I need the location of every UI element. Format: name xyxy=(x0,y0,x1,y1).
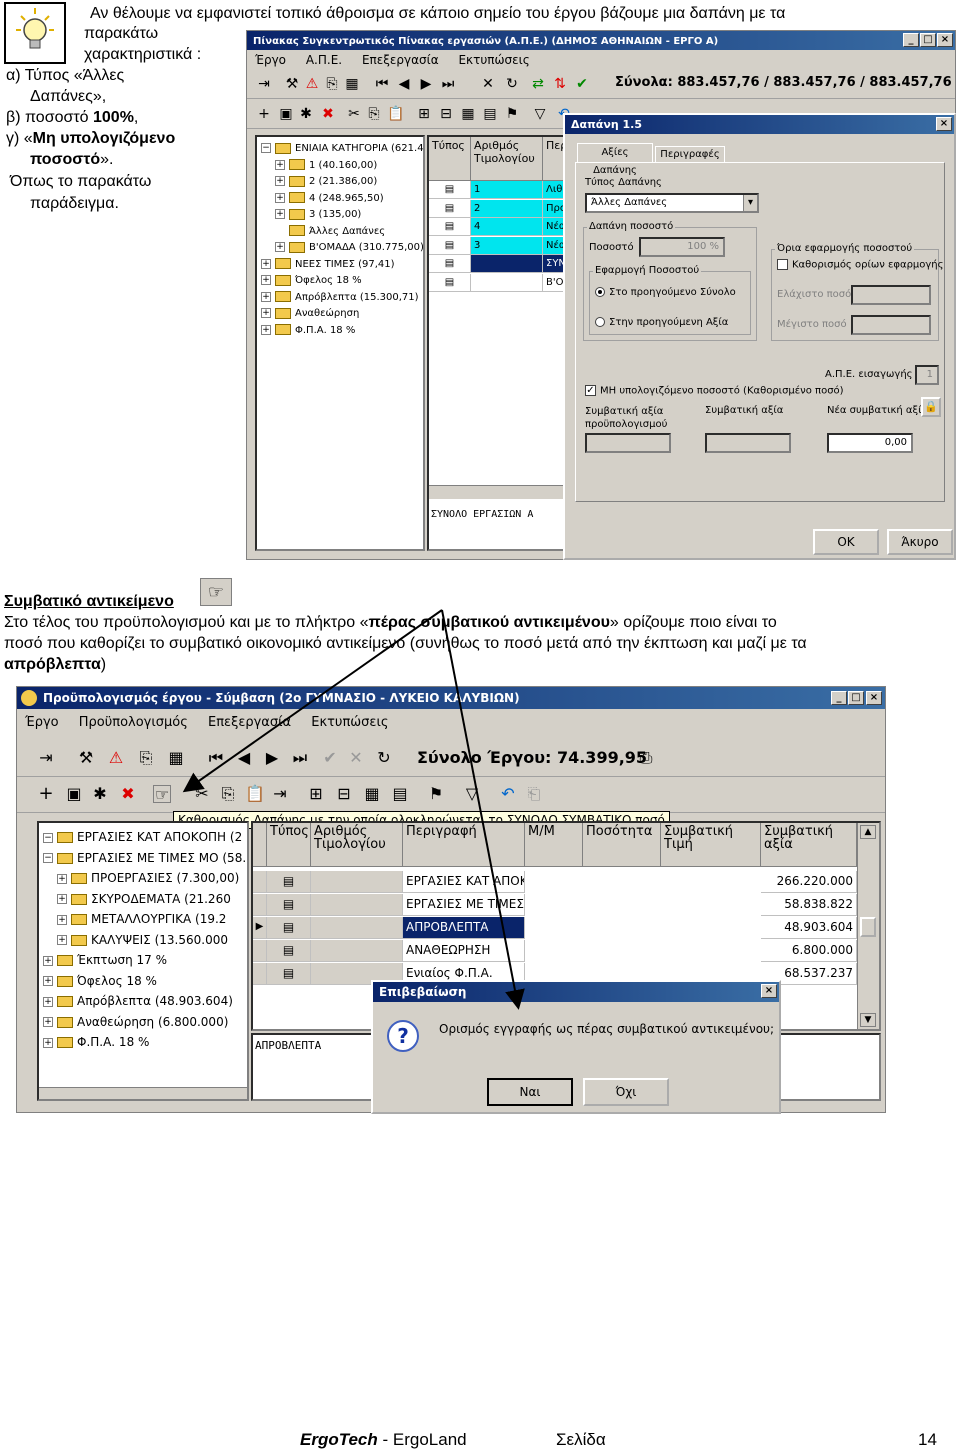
arrow-to-button xyxy=(182,609,443,793)
annotation-arrows xyxy=(182,609,525,1010)
page-footer-brand: ErgoTech - ErgoLand xyxy=(300,1430,467,1450)
footer-brand-bold: ErgoTech xyxy=(300,1430,378,1449)
footer-brand-rest: - ErgoLand xyxy=(377,1430,467,1449)
page-number: 14 xyxy=(918,1430,937,1449)
page-label: Σελίδα xyxy=(556,1430,606,1449)
arrow-to-dialog xyxy=(441,609,525,1010)
